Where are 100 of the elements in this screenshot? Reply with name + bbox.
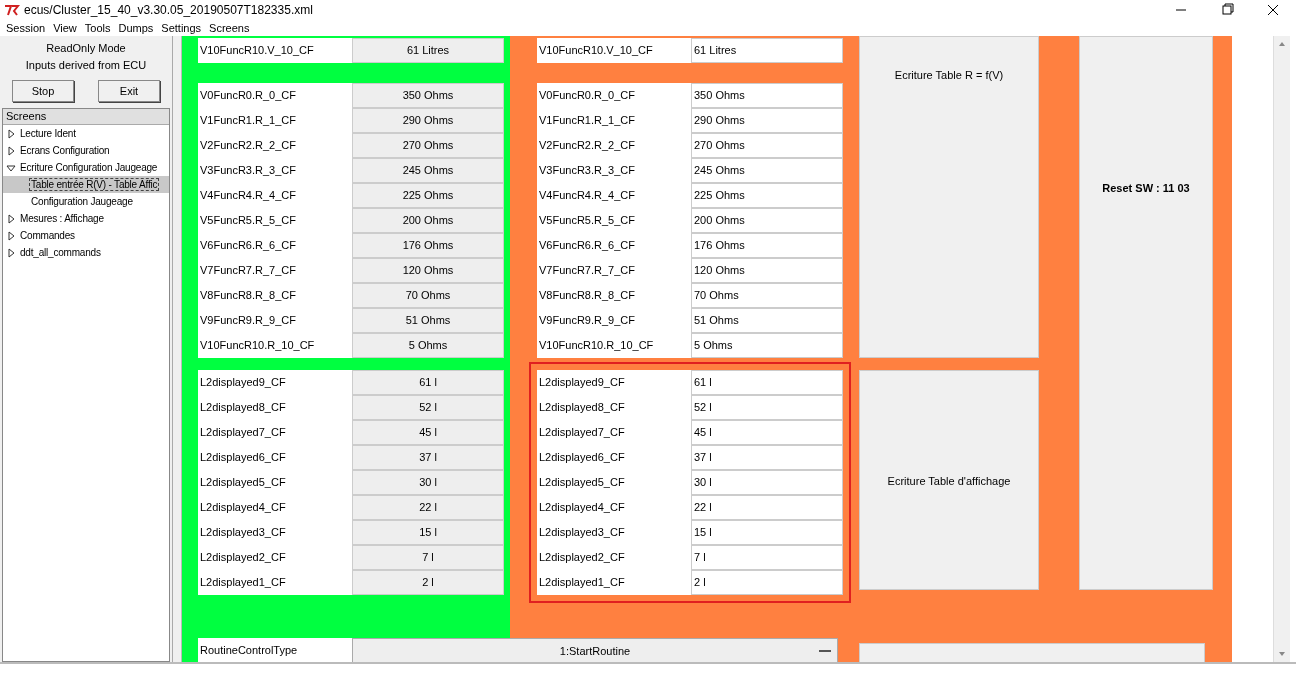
value-field[interactable]: 350 Ohms [691,83,843,108]
field-label: L2displayed3_CF [538,525,626,540]
menu-item[interactable]: Dumps [114,20,158,36]
tree-item[interactable]: Mesures : Affichage [3,210,169,227]
field-label: L2displayed7_CF [199,425,287,440]
field-label: V5FuncR5.R_5_CF [538,213,636,228]
field-label: V2FuncR2.R_2_CF [199,138,297,153]
field-label: L2displayed4_CF [538,500,626,515]
tree-item[interactable]: Configuration Jaugeage [3,193,169,210]
value-field[interactable]: 61 Litres [691,38,843,63]
tree-item[interactable]: Lecture Ident [3,125,169,142]
value-field[interactable]: 200 Ohms [691,208,843,233]
value-field: 52 l [352,395,504,420]
expand-icon [6,230,16,241]
value-field: 176 Ohms [352,233,504,258]
value-field[interactable]: 45 l [691,420,843,445]
value-field: 51 Ohms [352,308,504,333]
field-label: V7FuncR7.R_7_CF [199,263,297,278]
field-label: V0FuncR0.R_0_CF [538,88,636,103]
field-label: V2FuncR2.R_2_CF [538,138,636,153]
value-field: 45 l [352,420,504,445]
value-field[interactable]: 2 l [691,570,843,595]
field-label: V10FuncR10.R_10_CF [199,338,316,353]
field-label: L2displayed2_CF [538,550,626,565]
value-field[interactable]: 15 l [691,520,843,545]
value-field: 5 Ohms [352,333,504,358]
value-field: 350 Ohms [352,83,504,108]
field-label: V6FuncR6.R_6_CF [538,238,636,253]
menu-item[interactable]: Tools [80,20,115,36]
tree-item[interactable]: ddt_all_commands [3,244,169,261]
value-field: 22 l [352,495,504,520]
value-field[interactable]: 61 l [691,370,843,395]
value-field[interactable]: 30 l [691,470,843,495]
tree-item[interactable]: Commandes [3,227,169,244]
tree-item[interactable]: Ecrans Configuration [3,142,169,159]
field-label: V3FuncR3.R_3_CF [199,163,297,178]
field-label: V5FuncR5.R_5_CF [199,213,297,228]
field-label: V4FuncR4.R_4_CF [199,188,297,203]
field-label: L2displayed2_CF [199,550,287,565]
value-field: 15 l [352,520,504,545]
field-label: V10FuncR10.V_10_CF [538,43,654,58]
value-field[interactable]: 51 Ohms [691,308,843,333]
action-button[interactable]: Ecriture Table R = f(V) [859,36,1039,358]
value-field: 2 l [352,570,504,595]
tree-item[interactable]: Ecriture Configuration Jaugeage [3,159,169,176]
splitter[interactable] [173,36,182,662]
value-field: 200 Ohms [352,208,504,233]
field-label: L2displayed9_CF [538,375,626,390]
field-label: V0FuncR0.R_0_CF [199,88,297,103]
value-field[interactable]: 225 Ohms [691,183,843,208]
action-button[interactable]: Ecriture Table d'affichage [859,370,1039,590]
field-label: L2displayed1_CF [199,575,287,590]
value-field: 120 Ohms [352,258,504,283]
field-label: L2displayed6_CF [538,450,626,465]
value-field: 30 l [352,470,504,495]
expand-icon [6,128,16,139]
menu-item[interactable]: View [49,20,81,36]
field-label: V1FuncR1.R_1_CF [538,113,636,128]
value-field[interactable]: 120 Ohms [691,258,843,283]
menu-item[interactable]: Session [2,20,50,36]
mode-label: ReadOnly Mode [45,41,127,56]
value-field[interactable]: 245 Ohms [691,158,843,183]
value-field[interactable]: 290 Ohms [691,108,843,133]
menu-item[interactable]: Settings [157,20,206,36]
toolbar-button[interactable]: Exit [98,80,160,102]
field-label: RoutineControlType [199,643,299,658]
field-label: V4FuncR4.R_4_CF [538,188,636,203]
menu-item[interactable]: Screens [205,20,254,36]
action-button[interactable]: Reset SW : 11 03 [1079,36,1213,590]
toolbar-button[interactable]: Stop [12,80,74,102]
field-label: L2displayed5_CF [538,475,626,490]
value-field[interactable]: 70 Ohms [691,283,843,308]
tree-item[interactable]: Table entrée R(V) - Table Affic [3,176,169,193]
value-field[interactable]: 7 l [691,545,843,570]
field-label: L2displayed8_CF [538,400,626,415]
value-field: 225 Ohms [352,183,504,208]
field-label: V6FuncR6.R_6_CF [199,238,297,253]
expand-icon [6,213,16,224]
field-label: L2displayed3_CF [199,525,287,540]
field-label: L2displayed8_CF [199,400,287,415]
value-field[interactable]: 52 l [691,395,843,420]
value-field: 70 Ohms [352,283,504,308]
value-field[interactable]: 37 l [691,445,843,470]
value-field: 245 Ohms [352,158,504,183]
value-field: 290 Ohms [352,108,504,133]
value-field[interactable]: 5 Ohms [691,333,843,358]
expand-icon [6,145,16,156]
value-field[interactable]: 270 Ohms [691,133,843,158]
field-label: L2displayed5_CF [199,475,287,490]
value-field[interactable]: 176 Ohms [691,233,843,258]
tree-header: Screens [3,109,169,125]
field-label: V7FuncR7.R_7_CF [538,263,636,278]
field-label: L2displayed1_CF [538,575,626,590]
expand-icon [6,247,16,258]
field-label: L2displayed6_CF [199,450,287,465]
field-label: V10FuncR10.V_10_CF [199,43,315,58]
value-field: 270 Ohms [352,133,504,158]
value-field[interactable]: 22 l [691,495,843,520]
field-label: V8FuncR8.R_8_CF [538,288,636,303]
routine-dropdown[interactable]: 1:StartRoutine [352,638,838,662]
